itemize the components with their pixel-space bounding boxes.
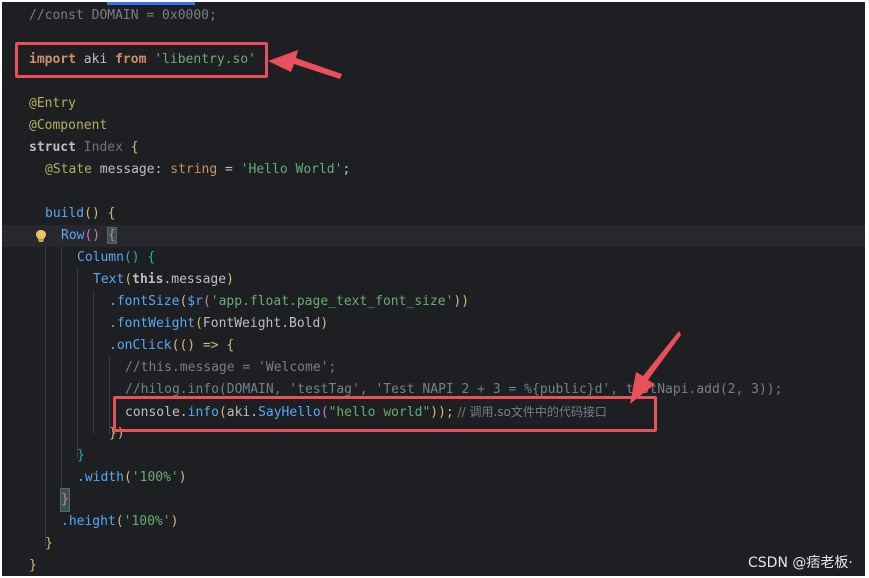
- screenshot-frame: //const DOMAIN = 0x0000; import aki from…: [0, 0, 869, 578]
- arrow-to-console: [630, 331, 681, 404]
- watermark: CSDN @痞老板·: [748, 555, 853, 571]
- annotation-arrows: [268, 50, 681, 404]
- arrow-to-import: [268, 50, 342, 79]
